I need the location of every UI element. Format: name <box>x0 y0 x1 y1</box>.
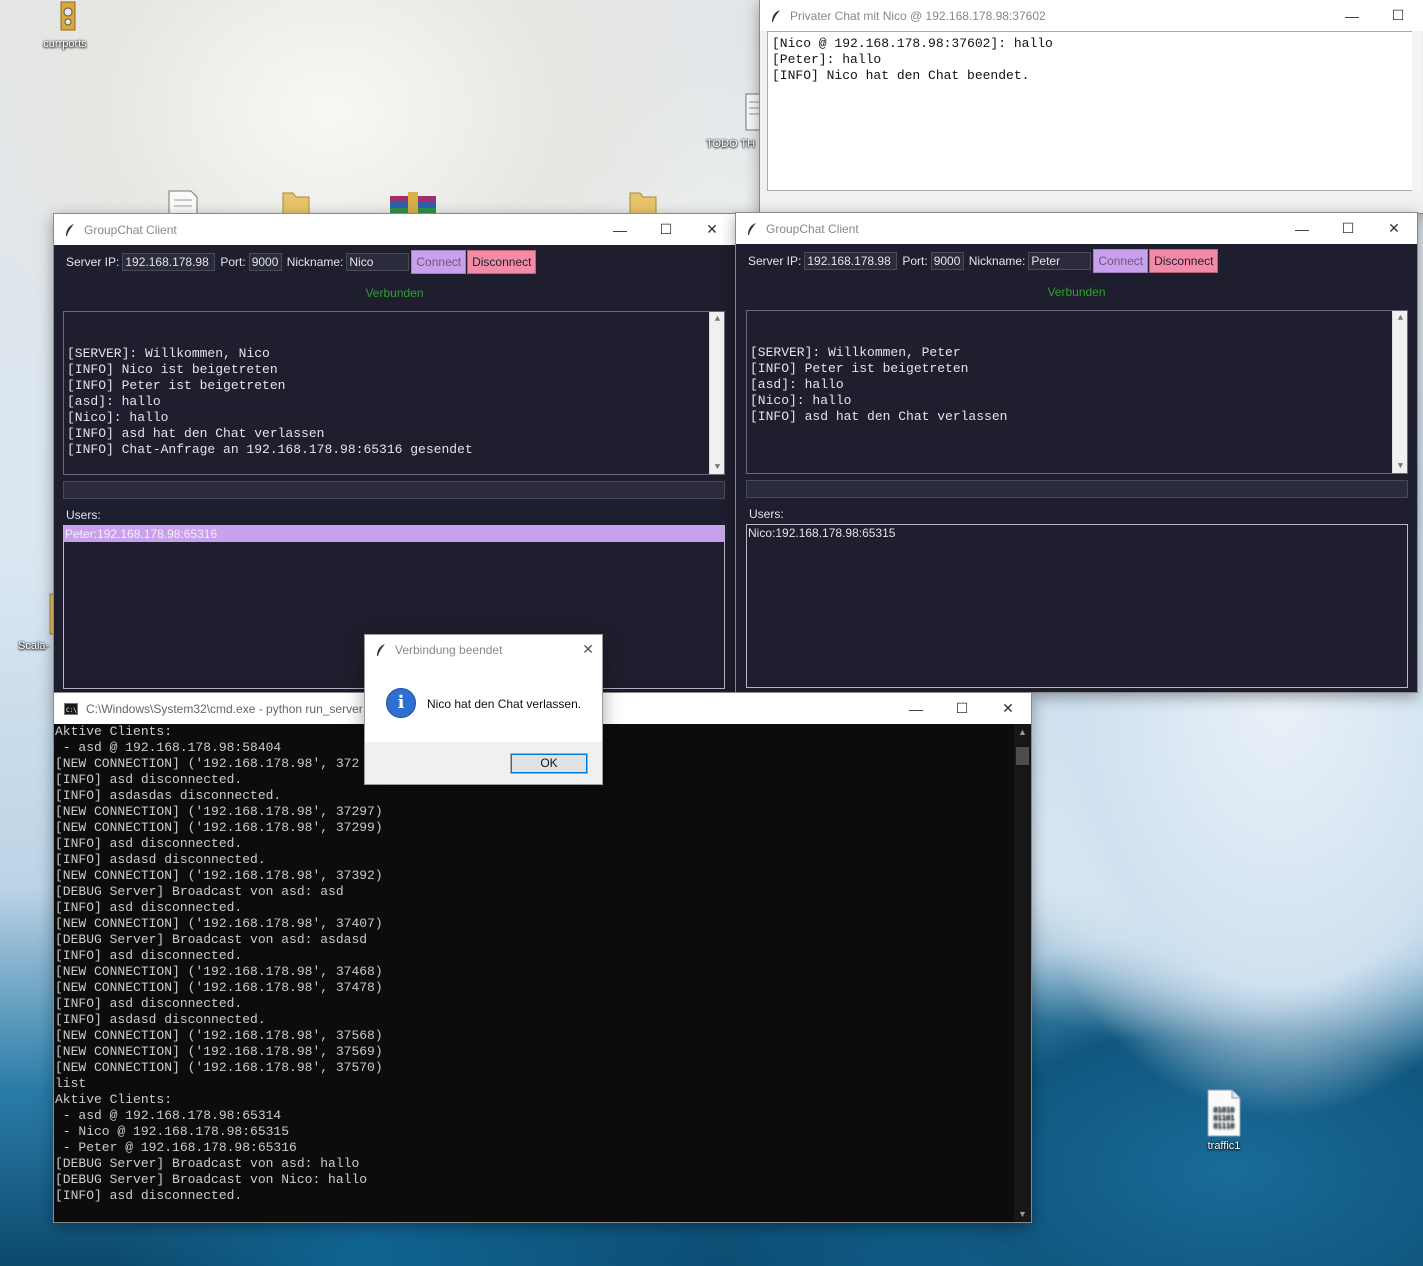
currports-icon <box>60 1 76 31</box>
ok-button[interactable]: OK <box>510 753 588 774</box>
dialog-message: Nico hat den Chat verlassen. <box>427 697 582 711</box>
connection-row: Server IP: 192.168.178.98 Port: 9000 Nic… <box>66 250 537 274</box>
groupchat-window-peter: GroupChat Client — ☐ ✕ Server IP: 192.16… <box>735 212 1418 693</box>
port-input[interactable]: 9000 <box>248 253 282 271</box>
console-output[interactable]: Aktive Clients: - asd @ 192.168.178.98:5… <box>54 724 1013 1222</box>
server-ip-input[interactable]: 192.168.178.98 <box>122 253 216 271</box>
dialog-title: Verbindung beendet <box>395 643 503 657</box>
desktop-icon-label: TODO TH <box>706 138 756 150</box>
close-button[interactable]: ✕ <box>689 214 735 245</box>
client-body: Server IP: 192.168.178.98 Port: 9000 Nic… <box>736 244 1417 692</box>
svg-text:C:\: C:\ <box>66 707 77 714</box>
window-title: Privater Chat mit Nico @ 192.168.178.98:… <box>790 8 1046 23</box>
connection-row: Server IP: 192.168.178.98 Port: 9000 Nic… <box>748 249 1219 273</box>
scroll-down-icon[interactable]: ▼ <box>1393 459 1407 473</box>
window-title: C:\Windows\System32\cmd.exe - python run… <box>86 701 363 716</box>
cmd-icon: C:\ <box>64 702 78 715</box>
desktop-icon-label: currports <box>43 38 87 50</box>
tk-feather-icon <box>377 644 385 656</box>
user-list-item[interactable]: Peter:192.168.178.98:65316 <box>64 526 724 542</box>
desktop: currports TODO TH Scala- 01010 01101 011… <box>0 0 1423 1266</box>
title-bar[interactable]: GroupChat Client — ☐ ✕ <box>54 214 735 245</box>
minimize-button[interactable]: — <box>597 214 643 245</box>
server-ip-input[interactable]: 192.168.178.98 <box>804 252 898 270</box>
scroll-down-icon[interactable]: ▼ <box>1014 1206 1031 1222</box>
title-bar[interactable]: Privater Chat mit Nico @ 192.168.178.98:… <box>760 0 1423 31</box>
port-label: Port: <box>220 255 246 269</box>
nickname-input[interactable]: Nico <box>346 253 410 271</box>
connection-status: Verbunden <box>365 286 424 300</box>
message-input[interactable] <box>746 480 1408 498</box>
groupchat-window-nico: GroupChat Client — ☐ ✕ Server IP: 192.16… <box>53 213 736 694</box>
message-input[interactable] <box>63 481 725 499</box>
scroll-up-icon[interactable]: ▲ <box>1014 724 1031 740</box>
chat-log-text: [SERVER]: Willkommen, Nico [INFO] Nico i… <box>67 346 473 457</box>
desktop-icon-todo[interactable]: TODO TH <box>706 92 763 150</box>
connection-status: Verbunden <box>1047 285 1106 299</box>
binary-file-icon: 01010 01101 01110 <box>1207 1089 1241 1137</box>
desktop-icon-traffic1[interactable]: 01010 01101 01110 traffic1 <box>1196 1088 1252 1152</box>
minimize-button[interactable]: — <box>1329 0 1375 31</box>
close-button[interactable]: ✕ <box>985 693 1031 724</box>
svg-text:01010: 01010 <box>1213 1106 1234 1114</box>
maximize-button[interactable]: ☐ <box>939 693 985 724</box>
scroll-thumb[interactable] <box>1016 747 1029 765</box>
dialog-title-bar[interactable]: Verbindung beendet ✕ <box>365 635 602 665</box>
client-body: Server IP: 192.168.178.98 Port: 9000 Nic… <box>54 245 735 693</box>
private-chat-log[interactable]: [Nico @ 192.168.178.98:37602]: hallo [Pe… <box>767 31 1422 191</box>
chat-log-scrollbar[interactable]: ▲ ▼ <box>1392 311 1407 473</box>
user-list-item[interactable]: Nico:192.168.178.98:65315 <box>747 525 1407 541</box>
desktop-icon-label: traffic1 <box>1207 1140 1241 1152</box>
chat-log[interactable]: [SERVER]: Willkommen, Peter [INFO] Peter… <box>746 310 1408 474</box>
window-title: GroupChat Client <box>766 221 859 236</box>
dialog-footer: OK <box>365 742 602 784</box>
private-chat-scrollbar[interactable] <box>1412 31 1422 191</box>
maximize-button[interactable]: ☐ <box>1375 0 1421 31</box>
svg-text:01101: 01101 <box>1213 1114 1234 1122</box>
close-button[interactable]: ✕ <box>1371 213 1417 244</box>
server-ip-label: Server IP: <box>66 255 120 269</box>
chat-log[interactable]: [SERVER]: Willkommen, Nico [INFO] Nico i… <box>63 311 725 475</box>
nickname-label: Nickname: <box>286 255 344 269</box>
minimize-button[interactable]: — <box>1279 213 1325 244</box>
dialog-body: i Nico hat den Chat verlassen. <box>365 665 602 743</box>
chat-log-text: [SERVER]: Willkommen, Peter [INFO] Peter… <box>750 345 1008 424</box>
private-chat-window: Privater Chat mit Nico @ 192.168.178.98:… <box>759 0 1423 214</box>
scroll-up-icon[interactable]: ▲ <box>710 312 724 326</box>
window-title: GroupChat Client <box>84 222 177 237</box>
connect-button[interactable]: Connect <box>411 250 467 274</box>
port-input[interactable]: 9000 <box>930 252 964 270</box>
tk-feather-icon <box>748 222 756 235</box>
title-bar[interactable]: GroupChat Client — ☐ ✕ <box>736 213 1417 244</box>
scroll-down-icon[interactable]: ▼ <box>710 460 724 474</box>
port-label: Port: <box>902 254 928 268</box>
info-icon: i <box>386 688 416 718</box>
console-body: Aktive Clients: - asd @ 192.168.178.98:5… <box>54 724 1031 1222</box>
desktop-icon-scala[interactable]: Scala- <box>18 590 59 652</box>
dialog-verbindung-beendet: Verbindung beendet ✕ i Nico hat den Chat… <box>364 634 603 785</box>
tk-feather-icon <box>66 223 74 236</box>
desktop-icon-label: Scala- <box>18 640 50 652</box>
nickname-label: Nickname: <box>968 254 1026 268</box>
disconnect-button[interactable]: Disconnect <box>1149 249 1219 273</box>
maximize-button[interactable]: ☐ <box>643 214 689 245</box>
console-scrollbar[interactable]: ▲ ▼ <box>1014 724 1031 1222</box>
desktop-icon-currports[interactable]: currports <box>36 0 94 50</box>
tk-feather-icon <box>772 9 780 22</box>
scroll-up-icon[interactable]: ▲ <box>1393 311 1407 325</box>
users-label: Users: <box>66 508 101 522</box>
user-list[interactable]: Nico:192.168.178.98:65315 <box>746 524 1408 688</box>
minimize-button[interactable]: — <box>893 693 939 724</box>
users-label: Users: <box>749 507 784 521</box>
chat-log-scrollbar[interactable]: ▲ ▼ <box>709 312 724 474</box>
nickname-input[interactable]: Peter <box>1028 252 1092 270</box>
server-ip-label: Server IP: <box>748 254 802 268</box>
connect-button[interactable]: Connect <box>1093 249 1149 273</box>
close-icon[interactable]: ✕ <box>582 641 594 658</box>
svg-text:01110: 01110 <box>1213 1122 1234 1130</box>
maximize-button[interactable]: ☐ <box>1325 213 1371 244</box>
disconnect-button[interactable]: Disconnect <box>467 250 537 274</box>
